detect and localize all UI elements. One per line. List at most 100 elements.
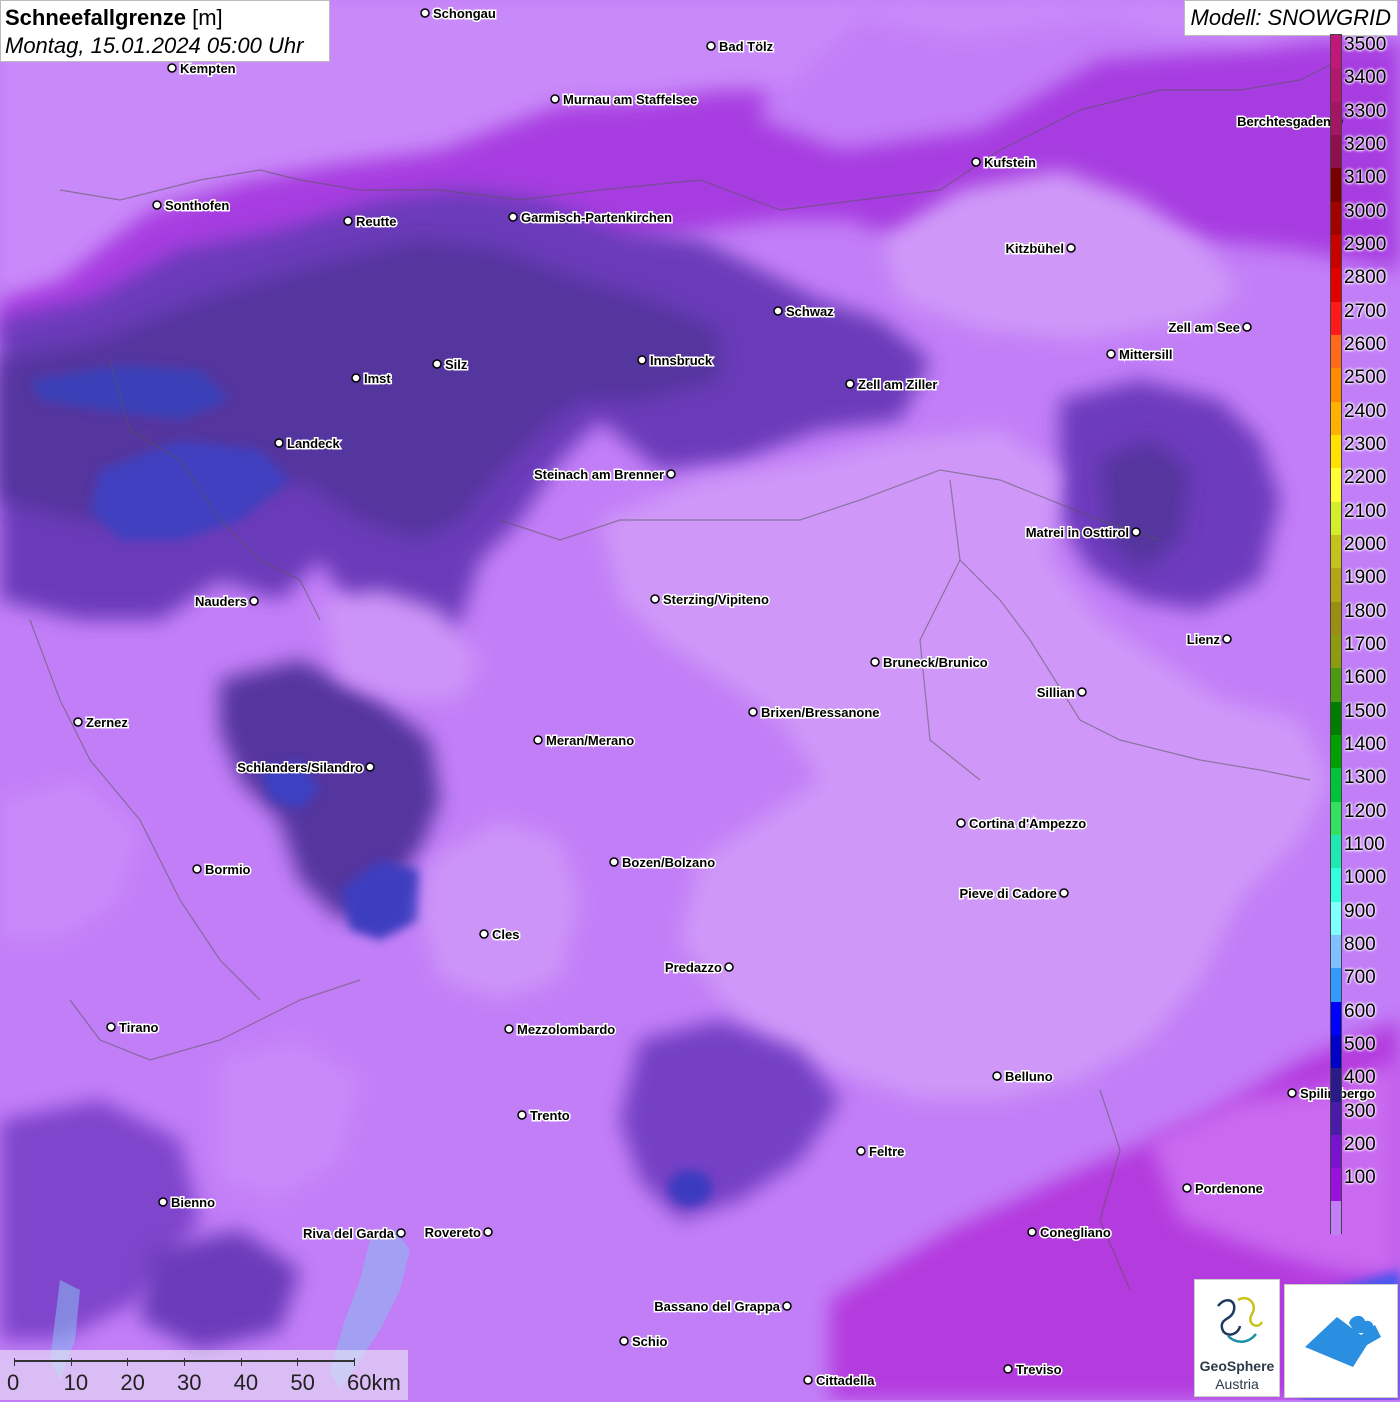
- city-dot: [106, 1022, 116, 1032]
- city-label: Landeck: [287, 436, 341, 451]
- city-label: Bozen/Bolzano: [622, 855, 715, 870]
- snowline-map[interactable]: Schongau Bad Tölz Kempten Murnau am Staffel…: [0, 0, 1400, 1400]
- city-marker[interactable]: Mezzolombardo: [504, 1021, 617, 1039]
- city-marker[interactable]: Bruneck/Brunico: [870, 654, 989, 672]
- city-marker[interactable]: Matrei in Osttirol: [1024, 524, 1141, 542]
- legend-label: 1100: [1344, 834, 1385, 855]
- city-marker[interactable]: Steinach am Brenner: [532, 466, 676, 484]
- legend-swatch: [1331, 134, 1341, 169]
- city-dot: [1027, 1227, 1037, 1237]
- city-label: Kufstein: [984, 155, 1036, 170]
- city-label: Feltre: [869, 1144, 904, 1159]
- legend-swatch: [1331, 834, 1341, 869]
- city-label: Trento: [530, 1108, 570, 1123]
- legend-label: 1000: [1344, 867, 1387, 889]
- city-label: Bienno: [171, 1195, 215, 1210]
- city-dot: [479, 929, 489, 939]
- map-title: Schneefallgrenze [m]: [5, 5, 223, 30]
- legend-swatch: [1331, 601, 1341, 635]
- city-dot: [1287, 1088, 1297, 1098]
- city-label: Innsbruck: [650, 353, 713, 368]
- legend-label: 1300: [1344, 767, 1387, 789]
- scale-label: 0: [7, 1370, 20, 1395]
- model-label: Modell: SNOWGRID: [1183, 0, 1398, 36]
- legend-label: 200: [1344, 1134, 1376, 1155]
- legend-label: 2600: [1344, 334, 1387, 355]
- city-marker[interactable]: Sterzing/Vipiteno: [650, 591, 770, 609]
- city-marker[interactable]: Schlanders/Silandro: [236, 759, 375, 777]
- legend-label: 1800: [1344, 600, 1387, 622]
- city-label: Zell am Ziller: [858, 377, 937, 392]
- legend-label: 2400: [1344, 400, 1387, 422]
- legend-swatch: [1331, 534, 1341, 569]
- legend-swatch: [1331, 368, 1341, 402]
- city-dot: [1106, 349, 1116, 359]
- city-marker[interactable]: Berchtesgaden: [1236, 113, 1343, 131]
- city-label: Schlanders/Silandro: [237, 760, 363, 775]
- legend-label: 500: [1344, 1034, 1376, 1055]
- city-label: Mezzolombardo: [517, 1022, 615, 1037]
- city-label: Brixen/Bressanone: [761, 705, 880, 720]
- city-label: Imst: [364, 371, 391, 386]
- city-label: Cortina d'Ampezzo: [969, 816, 1086, 831]
- city-marker[interactable]: Bassano del Grappa: [653, 1298, 792, 1316]
- legend-swatch: [1331, 901, 1341, 935]
- city-dot: [1242, 322, 1252, 332]
- city-marker[interactable]: Cortina d'Ampezzo: [956, 815, 1088, 833]
- city-label: Sterzing/Vipiteno: [663, 592, 769, 607]
- city-dot: [73, 717, 83, 727]
- city-marker[interactable]: Sonthofen: [152, 197, 231, 215]
- city-label: Silz: [445, 357, 468, 372]
- city-marker[interactable]: Zell am See: [1167, 319, 1252, 337]
- scale-tick: [70, 1358, 72, 1366]
- city-marker[interactable]: Schongau: [420, 5, 497, 23]
- legend-swatch: [1331, 1001, 1341, 1035]
- legend-swatch: [1331, 35, 1341, 69]
- city-marker[interactable]: Zell am Ziller: [845, 376, 939, 394]
- city-label: Meran/Merano: [546, 733, 634, 748]
- city-dot: [782, 1301, 792, 1311]
- city-marker[interactable]: Riva del Garda: [301, 1225, 406, 1243]
- city-marker[interactable]: Pordenone: [1182, 1180, 1264, 1198]
- city-dot: [167, 63, 177, 73]
- legend-label: 2900: [1344, 234, 1387, 255]
- city-label: Matrei in Osttirol: [1026, 525, 1129, 540]
- city-dot: [274, 438, 284, 448]
- city-marker[interactable]: Garmisch-Partenkirchen: [508, 209, 674, 227]
- city-marker[interactable]: Pieve di Cadore: [958, 885, 1069, 903]
- city-dot: [1066, 243, 1076, 253]
- city-label: Conegliano: [1040, 1225, 1111, 1240]
- city-marker[interactable]: Bozen/Bolzano: [609, 854, 717, 872]
- city-dot: [420, 8, 430, 18]
- map-datetime: Montag, 15.01.2024 05:00 Uhr: [5, 33, 304, 58]
- city-label: Garmisch-Partenkirchen: [521, 210, 672, 225]
- city-label: Schongau: [433, 6, 496, 21]
- city-dot: [609, 857, 619, 867]
- city-label: Riva del Garda: [303, 1226, 395, 1241]
- legend-swatch: [1331, 801, 1341, 835]
- city-label: Kitzbühel: [1006, 241, 1065, 256]
- city-marker[interactable]: Murnau am Staffelsee: [550, 91, 699, 109]
- city-marker[interactable]: Conegliano: [1027, 1224, 1112, 1242]
- city-dot: [706, 41, 716, 51]
- city-dot: [396, 1228, 406, 1238]
- city-marker[interactable]: Meran/Merano: [533, 732, 636, 750]
- city-marker[interactable]: Brixen/Bressanone: [748, 704, 881, 722]
- city-dot: [845, 379, 855, 389]
- city-dot: [343, 216, 353, 226]
- legend-swatch: [1331, 334, 1341, 369]
- legend-label: 800: [1344, 934, 1376, 955]
- scale-tick: [127, 1358, 129, 1366]
- legend-label: 2700: [1344, 300, 1387, 322]
- city-dot: [803, 1375, 813, 1385]
- city-label: Nauders: [195, 594, 247, 609]
- city-dot: [992, 1071, 1002, 1081]
- city-dot: [152, 200, 162, 210]
- scale-tick: [240, 1358, 242, 1366]
- city-label: Bruneck/Brunico: [883, 655, 988, 670]
- legend-label: 2100: [1344, 500, 1387, 522]
- city-marker[interactable]: Innsbruck: [637, 352, 714, 370]
- blue-core-5: [668, 1170, 712, 1206]
- legend-label: 1400: [1344, 734, 1387, 755]
- city-dot: [504, 1024, 514, 1034]
